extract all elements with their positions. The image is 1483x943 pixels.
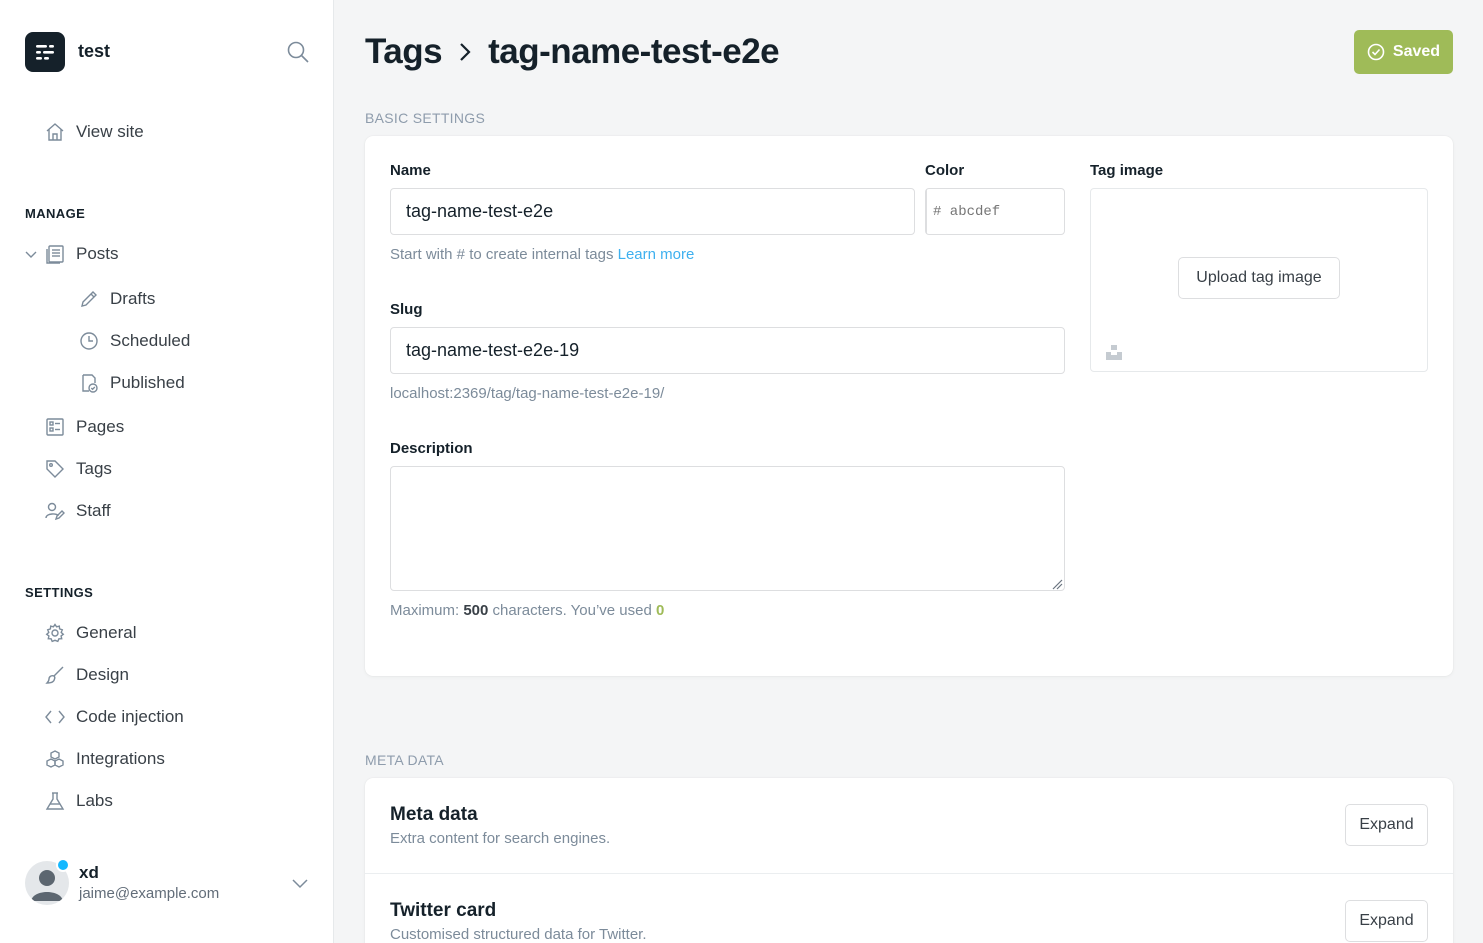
chevron-down-icon[interactable] [23, 246, 39, 262]
nav-drafts[interactable]: Drafts [78, 284, 155, 314]
meta-data-title: Meta data [390, 804, 478, 825]
pencil-icon [78, 288, 100, 310]
nav-code-injection[interactable]: Code injection [44, 702, 184, 732]
chevron-right-icon [458, 41, 472, 63]
color-input[interactable] [927, 189, 1110, 234]
slug-input[interactable] [390, 327, 1065, 374]
max-prefix: Maximum: [390, 602, 460, 619]
breadcrumb-tags-link[interactable]: Tags [365, 32, 443, 72]
nav-labs[interactable]: Labs [44, 786, 113, 816]
meta-data-expand-button[interactable]: Expand [1345, 804, 1428, 846]
resize-handle-icon[interactable] [1051, 577, 1063, 590]
color-field [925, 188, 1110, 235]
published-icon [78, 372, 100, 394]
nav-design-label: Design [76, 665, 129, 684]
unsplash-icon[interactable] [1105, 343, 1123, 361]
nav-view-site[interactable]: View site [44, 117, 144, 147]
nav-integrations-label: Integrations [76, 749, 165, 768]
manage-heading: MANAGE [25, 206, 86, 221]
basic-settings-card: Name Start with # to create internal tag… [365, 136, 1453, 676]
nav-integrations[interactable]: Integrations [44, 744, 165, 774]
tag-icon [44, 458, 66, 480]
saved-button[interactable]: Saved [1354, 30, 1453, 74]
nav-scheduled[interactable]: Scheduled [78, 326, 190, 356]
user-name: xd [79, 863, 99, 882]
settings-heading: SETTINGS [25, 585, 94, 600]
staff-icon [44, 500, 66, 522]
nav-labs-label: Labs [76, 791, 113, 810]
ghost-logo-icon [25, 31, 65, 72]
integrations-icon [44, 748, 66, 770]
breadcrumb: Tags tag-name-test-e2e [365, 30, 780, 74]
gear-icon [44, 622, 66, 644]
check-circle-icon [1367, 43, 1385, 61]
tag-image-label: Tag image [1090, 162, 1164, 179]
nav-staff-label: Staff [76, 501, 111, 520]
meta-data-row: Meta data Extra content for search engin… [365, 778, 1453, 874]
site-name: test [78, 41, 111, 61]
nav-posts-label: Posts [76, 244, 119, 263]
meta-data-heading: META DATA [365, 752, 444, 768]
used-count: 0 [656, 602, 665, 619]
saved-button-label: Saved [1392, 43, 1441, 60]
nav-scheduled-label: Scheduled [110, 331, 191, 350]
meta-data-desc: Extra content for search engines. [390, 830, 611, 847]
max-middle: characters. You’ve used [492, 602, 652, 619]
name-input[interactable] [390, 188, 915, 235]
nav-view-site-label: View site [76, 122, 144, 141]
nav-general-label: General [76, 623, 137, 642]
description-textarea[interactable] [390, 466, 1065, 591]
flask-icon [44, 790, 66, 812]
page-title: tag-name-test-e2e [488, 32, 780, 71]
description-label: Description [390, 440, 473, 457]
chevron-down-icon[interactable] [290, 873, 310, 893]
posts-icon [44, 243, 66, 265]
nav-design[interactable]: Design [44, 660, 129, 690]
upload-tag-image-button[interactable]: Upload tag image [1178, 257, 1340, 299]
twitter-card-desc: Customised structured data for Twitter. [390, 926, 647, 943]
twitter-card-row: Twitter card Customised structured data … [365, 874, 1453, 943]
clock-icon [78, 330, 100, 352]
name-label: Name [390, 162, 431, 179]
pages-icon [44, 416, 66, 438]
nav-drafts-label: Drafts [110, 289, 156, 308]
slug-label: Slug [390, 301, 423, 318]
learn-more-link[interactable]: Learn more [618, 246, 695, 263]
nav-pages[interactable]: Pages [44, 412, 124, 442]
description-counter: Maximum: 500 characters. You’ve used 0 [390, 602, 664, 619]
brand[interactable]: test [25, 31, 110, 72]
user-email: jaime@example.com [79, 885, 220, 902]
twitter-card-expand-button[interactable]: Expand [1345, 900, 1428, 942]
slug-url: localhost:2369/tag/tag-name-test-e2e-19/ [390, 385, 665, 402]
nav-pages-label: Pages [76, 417, 125, 436]
search-icon[interactable] [286, 40, 310, 64]
color-label: Color [925, 162, 965, 179]
nav-published[interactable]: Published [78, 368, 185, 398]
code-icon [44, 706, 66, 728]
status-dot [56, 858, 70, 872]
name-hint: Start with # to create internal tags Lea… [390, 246, 694, 263]
twitter-card-title: Twitter card [390, 900, 497, 921]
sidebar: test View site MANAGE Posts Drafts Sched… [0, 0, 334, 943]
nav-tags-label: Tags [76, 459, 112, 478]
nav-staff[interactable]: Staff [44, 496, 111, 526]
nav-tags[interactable]: Tags [44, 454, 112, 484]
nav-general[interactable]: General [44, 618, 136, 648]
basic-settings-heading: BASIC SETTINGS [365, 110, 486, 126]
tag-image-dropzone[interactable]: Upload tag image [1090, 188, 1428, 372]
meta-data-card: Meta data Extra content for search engin… [365, 778, 1453, 943]
nav-posts[interactable]: Posts [44, 239, 119, 269]
nav-published-label: Published [110, 373, 185, 392]
brush-icon [44, 664, 66, 686]
nav-code-injection-label: Code injection [76, 707, 184, 726]
name-hint-text: Start with # to create internal tags [390, 246, 614, 263]
max-count: 500 [463, 602, 489, 619]
home-icon [44, 121, 66, 143]
